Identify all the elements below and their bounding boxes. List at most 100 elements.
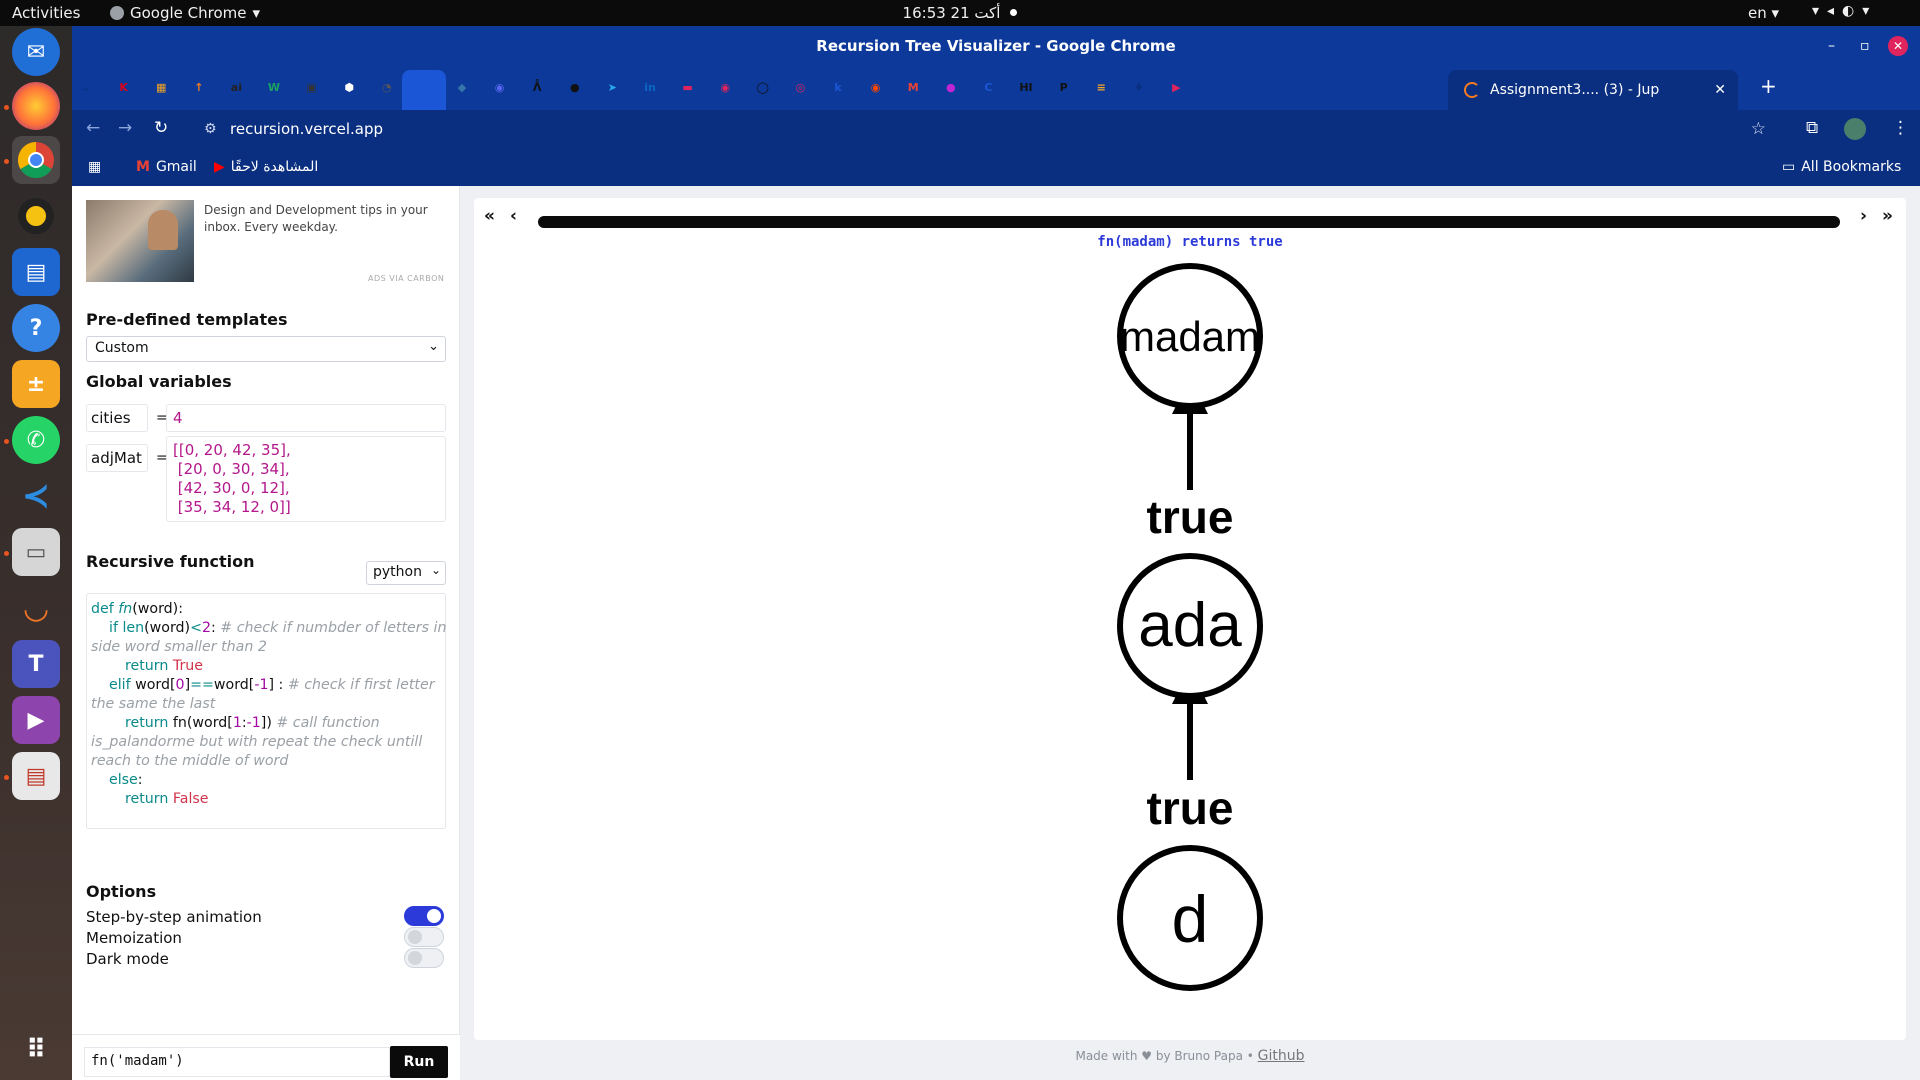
pinned-tab-17[interactable]: ◉ [715,78,735,98]
step-progress-slider[interactable] [538,216,1840,228]
bookmark-watch-later[interactable]: ▶ المشاهدة لاحقًا [214,159,318,175]
new-tab-button[interactable]: + [1760,74,1777,98]
show-applications-icon[interactable]: ⠿ [12,1026,60,1074]
pinned-tab-1[interactable]: K [114,78,134,98]
var-value-input[interactable]: 4 [166,404,446,432]
next-step-button[interactable]: › [1860,206,1867,226]
pinned-tab-2[interactable]: ▦ [151,78,171,98]
pinned-tab-6[interactable]: ▣ [302,78,322,98]
function-call-input[interactable]: fn('madam') [84,1047,390,1077]
help-icon[interactable]: ? [12,304,60,352]
running-indicator [4,551,9,556]
first-step-button[interactable]: « [484,206,495,226]
site-info-icon[interactable]: ⚙ [204,121,217,137]
code-editor[interactable]: def fn(word): if len(word)<2: # check if… [86,593,446,829]
pinned-tab-29[interactable]: ▶ [1166,78,1186,98]
pinned-tab-12[interactable]: ᐰ [527,78,547,98]
tree-canvas-panel: « ‹ › » fn(madam) returns true true true… [474,198,1906,1040]
back-button[interactable]: ← [86,118,100,138]
dark-mode-toggle[interactable] [404,948,444,968]
url-text[interactable]: recursion.vercel.app [230,120,383,138]
carbon-ad[interactable]: Design and Development tips in your inbo… [86,200,446,290]
dock: ✉ ▤ ? ± ✆ ≺ ▭ ◡ T ▶ ▤ ⠿ [0,26,72,1080]
thunderbird-icon[interactable]: ✉ [12,28,60,76]
ad-text[interactable]: Design and Development tips in your inbo… [204,202,444,236]
pinned-tab-14[interactable]: ➤ [602,78,622,98]
chrome-menu-icon[interactable]: ⋮ [1892,118,1909,138]
tab-recursion-visualizer[interactable]: ✣ [402,70,447,110]
teams-icon[interactable]: T [12,640,60,688]
forward-button[interactable]: → [118,118,132,138]
step-by-step-toggle[interactable] [404,906,444,926]
running-indicator [4,105,9,110]
pinned-tab-0[interactable]: ⌄ [76,78,96,98]
bookmark-label: Gmail [155,159,197,175]
bookmark-star-icon[interactable]: ☆ [1751,119,1766,139]
document-viewer-icon[interactable]: ▤ [12,752,60,800]
tab-close-icon[interactable]: ✕ [1714,70,1726,110]
code-line: return fn(word[1:-1]) # call function [125,715,380,731]
clock[interactable]: 16:53 21 أكت [0,4,1920,22]
chrome-dock-icon[interactable] [12,136,60,184]
pinned-tab-8[interactable]: ◔ [377,78,397,98]
tab-jupyter[interactable]: Assignment3.... (3) - Jup ✕ [1448,70,1738,110]
pinned-tab-27[interactable]: ≡ [1091,78,1111,98]
address-bar[interactable]: ⚙ recursion.vercel.app ☆ [190,114,1778,146]
restore-button[interactable]: ▫ [1860,26,1870,66]
writer-icon[interactable]: ▤ [12,248,60,296]
pinned-tab-10[interactable]: ◆ [452,78,472,98]
close-window-button[interactable]: ✕ [1888,36,1908,56]
var-name-input[interactable]: adjMat [86,444,148,472]
all-bookmarks[interactable]: ▭ All Bookmarks [1782,159,1901,175]
files-icon[interactable]: ▭ [12,528,60,576]
var-value-input[interactable]: [[0, 20, 42, 35], [20, 0, 30, 34], [42, … [166,436,446,522]
pinned-tab-22[interactable]: M [903,78,923,98]
running-indicator [4,439,9,444]
tab-strip: ⌄ K ▦ ↑ ai W ▣ ⬢ ◔ ✣ ◆ ◉ ᐰ ● ➤ in ▬ ◉ ◯ ◎ k ◉ M ● C HI P ≡ ♦ ▶ Assign… [72,66,1920,110]
page-footer: Made with ♥ by Bruno Papa • Github [460,1048,1920,1064]
pinned-tab-19[interactable]: ◎ [790,78,810,98]
whatsapp-icon[interactable]: ✆ [12,416,60,464]
pinned-tab-20[interactable]: k [828,78,848,98]
pinned-tab-18[interactable]: ◯ [753,78,773,98]
ad-via-label[interactable]: ADS VIA CARBON [368,274,444,283]
pinned-tab-7[interactable]: ⬢ [339,78,359,98]
pinned-tab-26[interactable]: P [1054,78,1074,98]
github-link[interactable]: Github [1258,1048,1305,1064]
pinned-tab-3[interactable]: ↑ [189,78,209,98]
calculator-icon[interactable]: ± [12,360,60,408]
pinned-tab-11[interactable]: ◉ [490,78,510,98]
pinned-tab-13[interactable]: ● [565,78,585,98]
code-line: return False [125,791,209,807]
run-button[interactable]: Run [390,1046,448,1078]
apps-grid-icon[interactable]: ▦ [88,159,101,175]
pinned-tab-15[interactable]: in [640,78,660,98]
memoization-toggle[interactable] [404,927,444,947]
pinned-tab-5[interactable]: W [264,78,284,98]
extensions-icon[interactable]: ⧉ [1806,118,1818,138]
ad-image[interactable] [86,200,194,282]
pinned-tab-23[interactable]: ● [941,78,961,98]
firefox-icon[interactable] [12,82,60,130]
bookmark-gmail[interactable]: M Gmail [136,159,197,175]
profile-avatar[interactable] [1844,118,1866,140]
template-select[interactable]: Custom ⌄ [86,336,446,362]
vscode-icon[interactable]: ≺ [12,472,60,520]
pinned-tab-25[interactable]: HI [1016,78,1036,98]
input-language[interactable]: en ▾ [1748,4,1779,22]
var-name-input[interactable]: cities [86,404,148,432]
system-status-icons[interactable]: ▾◂◐▾ [1812,3,1877,19]
video-player-icon[interactable]: ▶ [12,696,60,744]
reload-button[interactable]: ↻ [154,118,168,138]
pinned-tab-28[interactable]: ♦ [1129,78,1149,98]
jupyter-icon[interactable]: ◡ [12,584,60,632]
pinned-tab-4[interactable]: ai [226,78,246,98]
previous-step-button[interactable]: ‹ [510,206,517,226]
pinned-tab-21[interactable]: ◉ [866,78,886,98]
pinned-tab-24[interactable]: C [978,78,998,98]
last-step-button[interactable]: » [1882,206,1893,226]
language-select[interactable]: python ⌄ [366,561,446,585]
minimize-button[interactable]: – [1828,26,1835,66]
pinned-tab-16[interactable]: ▬ [678,78,698,98]
rhythmbox-icon[interactable] [12,192,60,240]
